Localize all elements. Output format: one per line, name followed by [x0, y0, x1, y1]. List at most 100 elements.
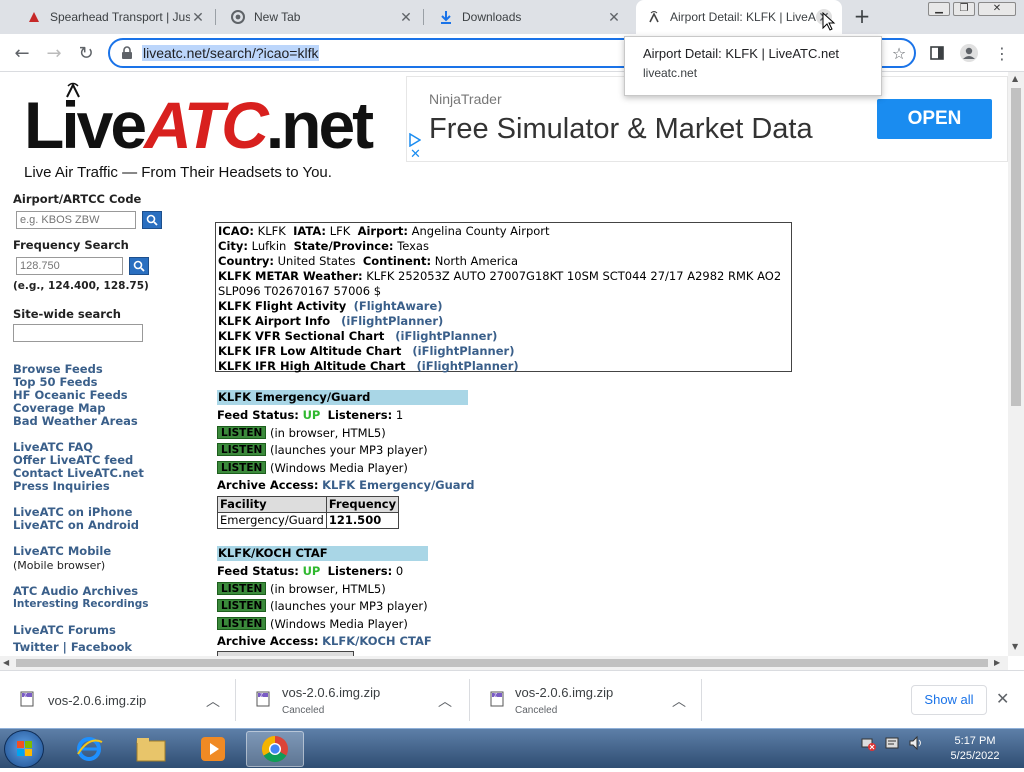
page-viewport: LiveATC.net Live Air Traffic — From Thei…: [0, 72, 1008, 656]
feed-title: KLFK Emergency/Guard: [217, 390, 468, 405]
zip-file-icon: Z: [490, 691, 504, 707]
frequency-table: Facility Frequency Emergency/Guard 121.5…: [217, 495, 400, 529]
scroll-left-icon[interactable]: ◀: [3, 658, 9, 667]
chevron-up-icon[interactable]: ︿: [438, 691, 452, 711]
ifr-low-link[interactable]: (iFlightPlanner): [412, 344, 514, 358]
download-item[interactable]: Z vos-2.0.6.img.zip Canceled ︿: [470, 679, 702, 721]
bookmark-star-icon[interactable]: ☆: [888, 42, 910, 64]
system-clock[interactable]: 5:17 PM 5/25/2022: [940, 734, 1010, 764]
internet-explorer-icon: [77, 737, 103, 761]
download-icon: [438, 9, 454, 25]
action-center-icon[interactable]: [884, 735, 900, 751]
network-alert-icon[interactable]: [860, 735, 876, 751]
menu-kebab-icon[interactable]: ⋮: [991, 42, 1013, 64]
listen-wmp-button[interactable]: LISTEN: [217, 460, 267, 474]
tab-separator: [423, 9, 424, 25]
close-tab-icon[interactable]: ✕: [398, 9, 414, 25]
recordings-link[interactable]: Interesting Recordings: [13, 598, 193, 611]
url-text[interactable]: liveatc.net/search/?icao=klfk: [142, 45, 320, 61]
chevron-up-icon[interactable]: ︿: [206, 691, 220, 711]
horizontal-scrollbar[interactable]: ◀ ▶: [0, 656, 1008, 670]
listen-wmp-button[interactable]: LISTEN: [217, 616, 267, 630]
airport-code-input[interactable]: [16, 211, 136, 229]
flightaware-link[interactable]: (FlightAware): [354, 299, 443, 313]
restore-button[interactable]: ❐: [953, 2, 975, 16]
chrome-logo-icon: [261, 735, 288, 763]
archive-link[interactable]: KLFK/KOCH CTAF: [322, 634, 432, 648]
ad-brand: NinjaTrader: [429, 91, 502, 107]
vfr-chart-link[interactable]: (iFlightPlanner): [395, 329, 497, 343]
ad-close-icon[interactable]: ✕: [410, 148, 421, 161]
airport-search-button[interactable]: [142, 211, 162, 229]
chrome-icon: [230, 9, 246, 25]
forums-link[interactable]: LiveATC Forums: [13, 624, 193, 637]
listen-html5-button[interactable]: LISTEN: [217, 425, 267, 439]
listen-html5-button[interactable]: LISTEN: [217, 581, 267, 595]
close-icon[interactable]: ✕: [996, 689, 1009, 709]
forward-icon[interactable]: →: [42, 41, 66, 65]
profile-avatar-icon[interactable]: [958, 42, 980, 64]
lock-icon[interactable]: [120, 46, 134, 60]
scroll-down-icon[interactable]: ▼: [1012, 642, 1018, 651]
taskbar-explorer[interactable]: [122, 731, 180, 767]
zip-file-icon: Z: [256, 691, 270, 707]
tab-airport-detail[interactable]: Airport Detail: KLFK | LiveA ✕: [636, 0, 842, 34]
taskbar-chrome[interactable]: [246, 731, 304, 767]
taskbar-media-player[interactable]: [184, 731, 242, 767]
airport-code-label: Airport/ARTCC Code: [13, 192, 142, 206]
scroll-right-icon[interactable]: ▶: [994, 658, 1000, 667]
nav-links-group3: LiveATC on iPhone LiveATC on Android: [13, 506, 193, 532]
listen-mp3-button[interactable]: LISTEN: [217, 443, 267, 457]
listen-mp3-button[interactable]: LISTEN: [217, 599, 267, 613]
ad-headline[interactable]: Free Simulator & Market Data: [429, 113, 813, 146]
site-search-input[interactable]: [13, 324, 143, 342]
android-link[interactable]: LiveATC on Android: [13, 519, 193, 532]
chevron-up-icon[interactable]: ︿: [672, 691, 686, 711]
ad-choices-icon[interactable]: [409, 133, 421, 147]
scroll-thumb[interactable]: [16, 659, 988, 667]
table-row: Emergency/Guard 121.500: [217, 511, 400, 529]
start-button[interactable]: [4, 730, 44, 768]
ifr-high-link[interactable]: (iFlightPlanner): [417, 359, 519, 373]
vfr-chart-row: KLFK VFR Sectional Chart (iFlightPlanner…: [218, 329, 498, 343]
volume-icon[interactable]: [908, 735, 924, 751]
frequency-input[interactable]: [16, 257, 123, 275]
clock-time: 5:17 PM: [954, 735, 996, 747]
archives-link[interactable]: ATC Audio Archives: [13, 585, 193, 598]
scroll-up-icon[interactable]: ▲: [1012, 74, 1018, 83]
vertical-scrollbar[interactable]: ▲ ▼: [1008, 72, 1024, 656]
download-item[interactable]: Z vos-2.0.6.img.zip Canceled ︿: [236, 679, 470, 721]
new-tab-button[interactable]: +: [850, 6, 874, 28]
download-bar: Z vos-2.0.6.img.zip ︿ Z vos-2.0.6.img.zi…: [0, 670, 1024, 728]
archive-link[interactable]: KLFK Emergency/Guard: [322, 478, 474, 492]
tab-downloads[interactable]: Downloads ✕: [428, 0, 632, 34]
ad-open-button[interactable]: OPEN: [877, 99, 992, 139]
taskbar-ie[interactable]: [60, 731, 118, 767]
minimize-button[interactable]: ▁: [928, 2, 950, 16]
bad-weather-link[interactable]: Bad Weather Areas: [13, 415, 193, 428]
svg-text:Z: Z: [260, 693, 263, 699]
show-all-button[interactable]: Show all: [911, 685, 987, 715]
close-tab-icon[interactable]: ✕: [606, 9, 622, 25]
info-line-metar: KLFK METAR Weather: KLFK 252053Z AUTO 27…: [218, 269, 782, 298]
airport-info-link[interactable]: (iFlightPlanner): [341, 314, 443, 328]
system-tray: [860, 735, 924, 751]
social-links[interactable]: Twitter | Facebook: [13, 641, 193, 654]
tab-spearhead[interactable]: Spearhead Transport | Just ✕: [16, 0, 216, 34]
feed-status-row: Feed Status: UP Listeners: 1: [217, 408, 404, 422]
mobile-note: (Mobile browser): [13, 559, 106, 572]
scroll-thumb[interactable]: [1011, 88, 1021, 406]
press-link[interactable]: Press Inquiries: [13, 480, 193, 493]
reload-icon[interactable]: ↻: [74, 41, 98, 65]
mobile-link[interactable]: LiveATC Mobile: [13, 545, 193, 558]
close-window-button[interactable]: ✕: [978, 2, 1016, 16]
side-panel-icon[interactable]: [926, 42, 948, 64]
frequency-search-button[interactable]: [129, 257, 149, 275]
download-item[interactable]: Z vos-2.0.6.img.zip ︿: [0, 679, 236, 721]
tab-new-tab[interactable]: New Tab ✕: [220, 0, 424, 34]
mouse-cursor-icon: [822, 12, 836, 31]
close-tab-icon[interactable]: ✕: [190, 9, 206, 25]
info-line-city: City: Lufkin State/Province: Texas: [218, 239, 429, 253]
liveatc-logo[interactable]: LiveATC.net Live Air Traffic — From Thei…: [24, 82, 384, 181]
back-icon[interactable]: ←: [10, 41, 34, 65]
